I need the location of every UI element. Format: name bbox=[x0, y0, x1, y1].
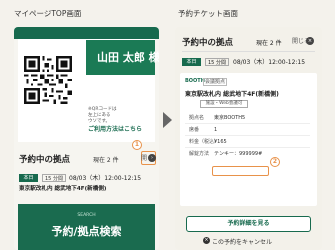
detail-value: 東京BOOTH5 bbox=[214, 115, 246, 121]
duration-badge: 15 分間 bbox=[205, 58, 229, 66]
unlock-highlight-box bbox=[212, 166, 269, 176]
booth-label: BOOTH bbox=[185, 78, 205, 84]
user-name: 山田 太郎 様 bbox=[86, 40, 159, 75]
duration-badge: 15 分間 bbox=[42, 174, 66, 182]
right-caption: 予約チケット画面 bbox=[178, 9, 238, 18]
reservation-place: 東京駅改札内 総武地下4F(新橋側) bbox=[19, 186, 107, 192]
divider bbox=[182, 51, 315, 52]
detail-value: 1 bbox=[214, 127, 218, 133]
today-badge: 本日 bbox=[182, 58, 201, 66]
reservation-datetime: 08/03（木）12:00-12:15 bbox=[233, 59, 306, 66]
reservation-count: 現在 2 件 bbox=[93, 157, 119, 164]
view-reservation-detail-button[interactable]: 予約詳細を見る bbox=[186, 216, 311, 232]
detail-row: 席番 1 bbox=[185, 124, 310, 136]
close-icon[interactable]: × bbox=[306, 37, 314, 45]
detail-key: 席番 bbox=[189, 127, 200, 133]
detail-key: 解錠方法 bbox=[189, 151, 210, 157]
reservation-place: 東京駅改札内 総武地下4F(新橋側) bbox=[185, 91, 279, 98]
left-caption: マイページTOP画面 bbox=[14, 9, 82, 18]
reservation-ticket-screen: 予約中の拠点 現在 2 件 開じる × 本日 15 分間 08/03（木）12:… bbox=[175, 27, 322, 250]
reservation-datetime: 08/03（木）12:00-12:15 bbox=[69, 175, 142, 182]
detail-row: 拠点名 東京BOOTH5 bbox=[185, 112, 310, 124]
detail-row: 料金（税込） ¥165 bbox=[185, 136, 310, 148]
qr-note: ※QRコードは 左上にある ウソです。 bbox=[88, 107, 117, 124]
search-title: 予約/拠点検索 bbox=[51, 225, 122, 238]
detail-value: ¥165 bbox=[214, 139, 227, 145]
search-subtitle: SEARCH bbox=[77, 213, 96, 218]
qr-code bbox=[24, 56, 72, 104]
step-marker-2: 2 bbox=[270, 157, 280, 167]
detail-row: 解錠方法 テンキー：999999# bbox=[185, 148, 310, 160]
cancel-icon[interactable]: × bbox=[203, 237, 210, 244]
usage-link[interactable]: ご利用方法はこちら bbox=[88, 124, 142, 133]
reservation-title: 予約中の拠点 bbox=[19, 155, 71, 165]
header-bar bbox=[14, 27, 159, 39]
open-chevron-icon[interactable]: › bbox=[148, 154, 156, 162]
arrow-right-icon bbox=[163, 112, 172, 128]
detail-value: テンキー：999999# bbox=[214, 151, 263, 157]
reservation-count: 現在 2 件 bbox=[256, 40, 282, 47]
today-badge: 本日 bbox=[19, 174, 38, 182]
facility-detail-button[interactable]: 施設・Web会議可 bbox=[200, 100, 248, 108]
reservation-title: 予約中の拠点 bbox=[182, 38, 234, 48]
booth-type-badge: 会議拠点 bbox=[203, 78, 228, 86]
step-marker-1: 1 bbox=[132, 140, 142, 150]
mypage-top-screen: 山田 太郎 様 ※QRコードは 左上にある ウソです。 ご利用方法はこちら 予約… bbox=[14, 27, 159, 250]
cancel-reservation-link[interactable]: この予約をキャンセル bbox=[212, 237, 272, 246]
detail-key: 拠点名 bbox=[189, 115, 205, 121]
